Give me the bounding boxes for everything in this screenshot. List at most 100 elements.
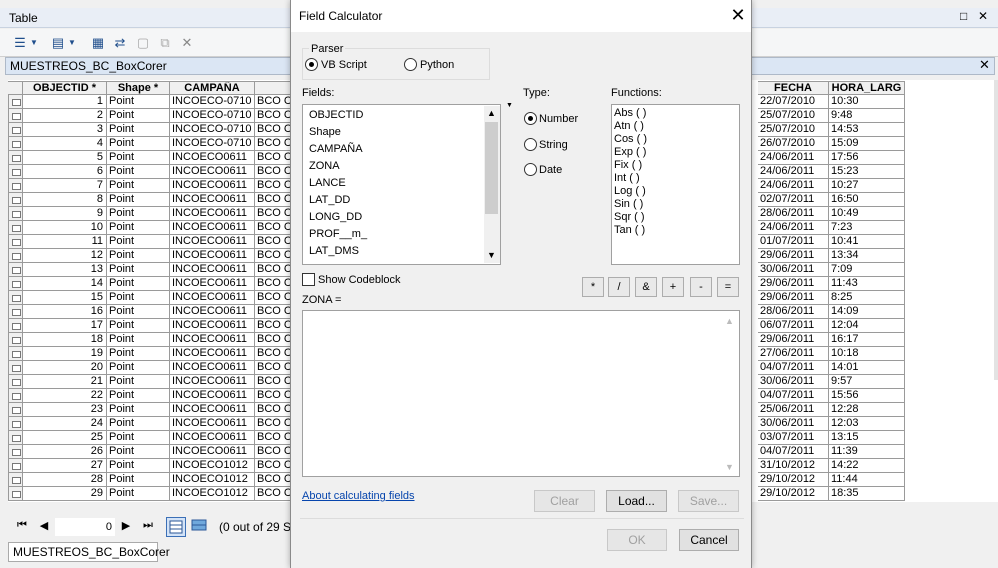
table-cell[interactable]: BCO C [255, 109, 291, 123]
show-codeblock-checkbox[interactable] [302, 273, 315, 286]
python-radio[interactable] [404, 58, 417, 71]
table-cell[interactable]: 15:09 [829, 137, 905, 151]
table-cell[interactable]: Point [107, 347, 170, 361]
table-cell[interactable]: BCO C [255, 375, 291, 389]
table-cell[interactable]: Point [107, 109, 170, 123]
row-selector[interactable] [8, 263, 23, 277]
row-selector[interactable] [8, 417, 23, 431]
type-date-radio[interactable] [524, 163, 537, 176]
table-cell[interactable]: 29/10/2012 [758, 473, 829, 487]
table-cell[interactable]: 29/06/2011 [758, 291, 829, 305]
table-cell[interactable]: 29/06/2011 [758, 277, 829, 291]
table-cell[interactable]: INCOECO-0710 [170, 123, 255, 137]
row-selector[interactable] [8, 235, 23, 249]
table-options-icon[interactable]: ☰ [12, 35, 28, 51]
operator-button[interactable]: - [690, 277, 712, 297]
table-cell[interactable]: 28/06/2011 [758, 207, 829, 221]
table-cell[interactable]: BCO C [255, 389, 291, 403]
table-cell[interactable]: BCO C [255, 235, 291, 249]
table-cell[interactable]: 14:53 [829, 123, 905, 137]
table-cell[interactable]: Point [107, 487, 170, 501]
function-item[interactable]: Fix ( ) [614, 159, 642, 172]
header-corner[interactable] [8, 81, 23, 95]
table-cell[interactable]: 8 [23, 193, 107, 207]
table-cell[interactable]: 30/06/2011 [758, 417, 829, 431]
table-cell[interactable]: BCO C [255, 193, 291, 207]
table-cell[interactable]: BCO C [255, 137, 291, 151]
row-selector[interactable] [8, 333, 23, 347]
field-item[interactable]: CAMPAÑA [309, 143, 363, 155]
table-cell[interactable]: Point [107, 445, 170, 459]
table-cell[interactable]: BCO C [255, 347, 291, 361]
table-cell[interactable]: 15:56 [829, 389, 905, 403]
table-cell[interactable]: 29 [23, 487, 107, 501]
table-cell[interactable]: 10:18 [829, 347, 905, 361]
table-cell[interactable]: Point [107, 305, 170, 319]
function-item[interactable]: Sin ( ) [614, 198, 643, 211]
table-cell[interactable]: INCOECO0611 [170, 431, 255, 445]
row-selector[interactable] [8, 347, 23, 361]
table-cell[interactable]: 17:56 [829, 151, 905, 165]
save-button[interactable]: Save... [678, 490, 739, 512]
table-cell[interactable]: 11:44 [829, 473, 905, 487]
table-cell[interactable]: 16:17 [829, 333, 905, 347]
table-cell[interactable]: BCO C [255, 319, 291, 333]
table-cell[interactable]: INCOECO-0710 [170, 109, 255, 123]
table-cell[interactable]: 22/07/2010 [758, 95, 829, 109]
table-cell[interactable]: 27/06/2011 [758, 347, 829, 361]
table-cell[interactable]: BCO C [255, 221, 291, 235]
table-cell[interactable]: 10:27 [829, 179, 905, 193]
table-cell[interactable]: INCOECO0611 [170, 291, 255, 305]
table-cell[interactable]: BCO C [255, 361, 291, 375]
table-cell[interactable]: 24/06/2011 [758, 151, 829, 165]
table-cell[interactable]: 24/06/2011 [758, 165, 829, 179]
row-selector[interactable] [8, 431, 23, 445]
field-item[interactable]: ZONA [309, 160, 340, 172]
table-cell[interactable]: Point [107, 235, 170, 249]
column-header[interactable]: HORA_LARG [829, 81, 905, 95]
table-cell[interactable]: INCOECO0611 [170, 333, 255, 347]
table-cell[interactable]: Point [107, 123, 170, 137]
table-cell[interactable]: 15:23 [829, 165, 905, 179]
table-cell[interactable]: 14 [23, 277, 107, 291]
table-cell[interactable]: Point [107, 389, 170, 403]
table-cell[interactable]: INCOECO0611 [170, 375, 255, 389]
type-string-radio[interactable] [524, 138, 537, 151]
operator-button[interactable]: = [717, 277, 739, 297]
table-cell[interactable]: 23 [23, 403, 107, 417]
table-cell[interactable]: 9:48 [829, 109, 905, 123]
table-cell[interactable]: Point [107, 151, 170, 165]
table-cell[interactable]: INCOECO0611 [170, 277, 255, 291]
table-cell[interactable]: BCO C [255, 459, 291, 473]
table-cell[interactable]: INCOECO0611 [170, 193, 255, 207]
dialog-close-button[interactable]: ✕ [729, 4, 747, 26]
scroll-up-icon[interactable]: ▲ [487, 108, 496, 118]
expression-textbox[interactable] [302, 310, 740, 477]
column-header[interactable]: Shape * [107, 81, 170, 95]
table-cell[interactable]: 30/06/2011 [758, 263, 829, 277]
table-cell[interactable]: 27 [23, 459, 107, 473]
operator-button[interactable]: / [608, 277, 630, 297]
table-cell[interactable]: 25/06/2011 [758, 403, 829, 417]
cancel-button[interactable]: Cancel [679, 529, 739, 551]
table-cell[interactable]: INCOECO0611 [170, 151, 255, 165]
table-cell[interactable]: 24/06/2011 [758, 179, 829, 193]
table-cell[interactable]: 10 [23, 221, 107, 235]
table-cell[interactable]: Point [107, 403, 170, 417]
function-item[interactable]: Int ( ) [614, 172, 640, 185]
row-selector[interactable] [8, 319, 23, 333]
row-selector[interactable] [8, 361, 23, 375]
table-cell[interactable]: 12:28 [829, 403, 905, 417]
table-cell[interactable]: 12:03 [829, 417, 905, 431]
load-button[interactable]: Load... [606, 490, 667, 512]
table-cell[interactable]: 29/06/2011 [758, 249, 829, 263]
table-cell[interactable]: INCOECO0611 [170, 235, 255, 249]
table-cell[interactable]: 25/07/2010 [758, 123, 829, 137]
table-cell[interactable]: 5 [23, 151, 107, 165]
row-selector[interactable] [8, 165, 23, 179]
table-cell[interactable]: 6 [23, 165, 107, 179]
vbscript-radio[interactable] [305, 58, 318, 71]
table-cell[interactable]: Point [107, 459, 170, 473]
chevron-down-icon[interactable]: ▼ [68, 35, 76, 51]
row-selector[interactable] [8, 291, 23, 305]
